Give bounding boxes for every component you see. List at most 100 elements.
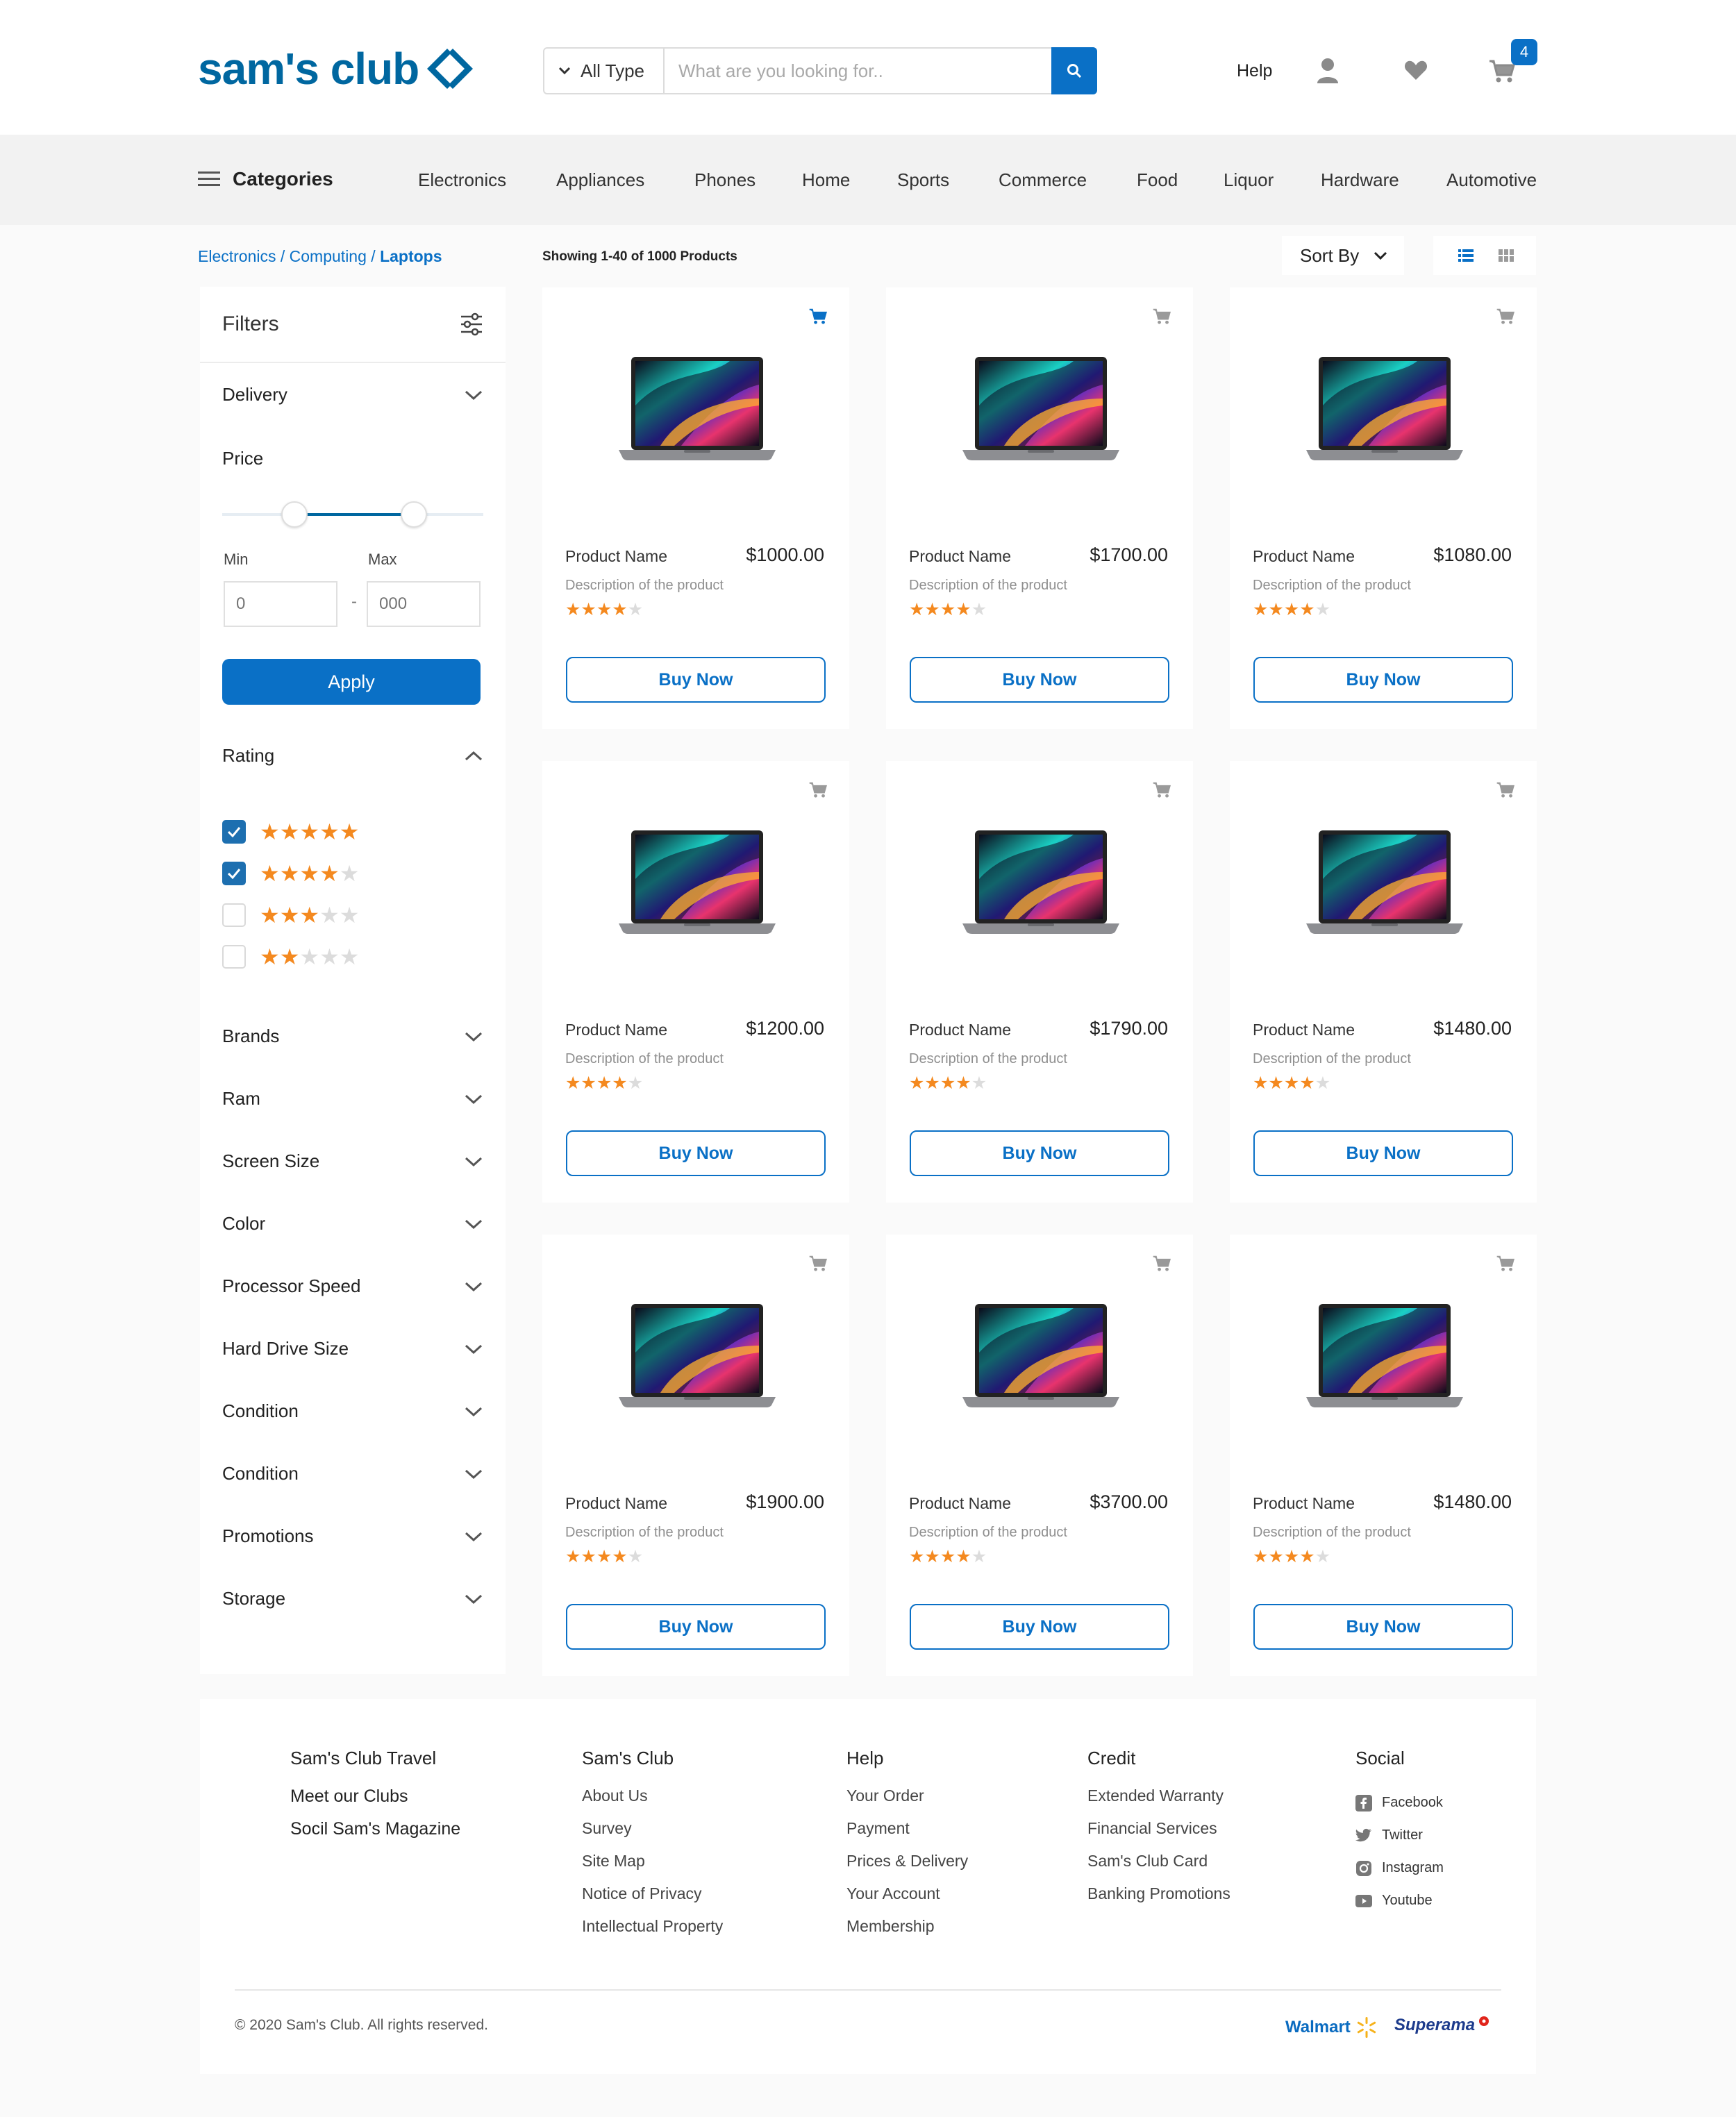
search-button[interactable] xyxy=(1051,47,1097,94)
rating-checkbox[interactable] xyxy=(222,820,246,844)
sams-club-logo[interactable]: sam's club xyxy=(198,43,476,94)
footer-link[interactable]: Payment xyxy=(846,1819,968,1852)
product-card[interactable]: Product Name $1900.00 Description of the… xyxy=(542,1235,849,1676)
rating-option-5-star[interactable]: ★ ★ ★ ★ ★ xyxy=(222,820,359,844)
add-to-cart-icon[interactable] xyxy=(1496,308,1514,325)
add-to-cart-icon[interactable] xyxy=(1153,1255,1171,1272)
laptop-image[interactable] xyxy=(1306,1304,1463,1408)
price-min-handle[interactable] xyxy=(281,501,308,528)
sliders-icon[interactable] xyxy=(460,312,483,336)
add-to-cart-icon[interactable] xyxy=(809,782,827,798)
product-name[interactable]: Product Name xyxy=(565,547,667,566)
rating-option-2-star[interactable]: ★ ★ ★ ★ ★ xyxy=(222,945,359,969)
laptop-image[interactable] xyxy=(619,357,776,461)
laptop-image[interactable] xyxy=(1306,357,1463,461)
product-card[interactable]: Product Name $1000.00 Description of the… xyxy=(542,287,849,729)
grid-view-icon[interactable] xyxy=(1499,249,1514,262)
add-to-cart-icon[interactable] xyxy=(1153,782,1171,798)
nav-item-phones[interactable]: Phones xyxy=(694,169,756,191)
filter-group[interactable]: Storage xyxy=(222,1588,483,1609)
buy-now-button[interactable]: Buy Now xyxy=(910,1130,1169,1176)
buy-now-button[interactable]: Buy Now xyxy=(1253,1130,1513,1176)
product-card[interactable]: Product Name $1080.00 Description of the… xyxy=(1230,287,1537,729)
price-max-handle[interactable] xyxy=(401,501,427,528)
footer-heading[interactable]: Sam's Club Travel xyxy=(290,1748,460,1773)
user-icon[interactable] xyxy=(1317,57,1339,85)
rating-option-3-star[interactable]: ★ ★ ★ ★ ★ xyxy=(222,903,359,927)
filter-group[interactable]: Screen Size xyxy=(222,1150,483,1172)
product-name[interactable]: Product Name xyxy=(1253,547,1355,566)
twitter-link[interactable]: Twitter xyxy=(1355,1819,1444,1852)
buy-now-button[interactable]: Buy Now xyxy=(566,1604,826,1650)
footer-link[interactable]: Your Account xyxy=(846,1884,968,1917)
product-name[interactable]: Product Name xyxy=(565,1494,667,1513)
filter-group[interactable]: Hard Drive Size xyxy=(222,1338,483,1359)
nav-item-appliances[interactable]: Appliances xyxy=(556,169,644,191)
footer-link[interactable]: Membership xyxy=(846,1917,968,1950)
help-link[interactable]: Help xyxy=(1237,61,1272,81)
laptop-image[interactable] xyxy=(1306,830,1463,935)
laptop-image[interactable] xyxy=(962,830,1119,935)
product-card[interactable]: Product Name $1700.00 Description of the… xyxy=(886,287,1193,729)
product-name[interactable]: Product Name xyxy=(909,1021,1011,1039)
laptop-image[interactable] xyxy=(962,1304,1119,1408)
cart-icon[interactable] xyxy=(1489,60,1515,83)
footer-link[interactable]: Financial Services xyxy=(1087,1819,1230,1852)
footer-link[interactable]: Socil Sam's Magazine xyxy=(290,1819,460,1852)
footer-link[interactable]: Banking Promotions xyxy=(1087,1884,1230,1917)
walmart-logo[interactable]: Walmart xyxy=(1285,2016,1378,2039)
footer-link[interactable]: Site Map xyxy=(582,1852,723,1884)
superama-logo[interactable]: Superama xyxy=(1394,2016,1493,2035)
add-to-cart-icon[interactable] xyxy=(1153,308,1171,325)
buy-now-button[interactable]: Buy Now xyxy=(1253,1604,1513,1650)
heart-icon[interactable] xyxy=(1404,60,1428,81)
categories-menu[interactable]: Categories xyxy=(198,168,333,190)
rating-checkbox[interactable] xyxy=(222,862,246,885)
footer-link[interactable]: Notice of Privacy xyxy=(582,1884,723,1917)
filter-group[interactable]: Condition xyxy=(222,1400,483,1422)
min-price-input[interactable] xyxy=(224,581,337,627)
product-card[interactable]: Product Name $1480.00 Description of the… xyxy=(1230,1235,1537,1676)
filter-group[interactable]: Promotions xyxy=(222,1525,483,1547)
product-card[interactable]: Product Name $1790.00 Description of the… xyxy=(886,761,1193,1203)
product-card[interactable]: Product Name $1480.00 Description of the… xyxy=(1230,761,1537,1203)
search-input[interactable] xyxy=(665,49,1051,93)
laptop-image[interactable] xyxy=(962,357,1119,461)
nav-item-sports[interactable]: Sports xyxy=(897,169,949,191)
add-to-cart-icon[interactable] xyxy=(1496,782,1514,798)
buy-now-button[interactable]: Buy Now xyxy=(566,1130,826,1176)
rating-checkbox[interactable] xyxy=(222,903,246,927)
search-type-dropdown[interactable]: All Type xyxy=(544,49,665,93)
nav-item-home[interactable]: Home xyxy=(802,169,850,191)
instagram-link[interactable]: Instagram xyxy=(1355,1852,1444,1884)
footer-link[interactable]: Sam's Club Card xyxy=(1087,1852,1230,1884)
footer-link[interactable]: Survey xyxy=(582,1819,723,1852)
product-name[interactable]: Product Name xyxy=(565,1021,667,1039)
buy-now-button[interactable]: Buy Now xyxy=(910,657,1169,703)
nav-item-hardware[interactable]: Hardware xyxy=(1321,169,1399,191)
apply-button[interactable]: Apply xyxy=(222,659,481,705)
add-to-cart-icon[interactable] xyxy=(809,308,827,325)
laptop-image[interactable] xyxy=(619,1304,776,1408)
rating-checkbox[interactable] xyxy=(222,945,246,969)
rating-option-4-star[interactable]: ★ ★ ★ ★ ★ xyxy=(222,862,359,885)
filter-rating[interactable]: Rating xyxy=(222,745,483,767)
nav-item-electronics[interactable]: Electronics xyxy=(418,169,506,191)
buy-now-button[interactable]: Buy Now xyxy=(566,657,826,703)
footer-link[interactable]: Intellectual Property xyxy=(582,1917,723,1950)
nav-item-food[interactable]: Food xyxy=(1137,169,1178,191)
product-card[interactable]: Product Name $1200.00 Description of the… xyxy=(542,761,849,1203)
nav-item-liquor[interactable]: Liquor xyxy=(1224,169,1274,191)
filter-group[interactable]: Condition xyxy=(222,1463,483,1484)
product-name[interactable]: Product Name xyxy=(909,547,1011,566)
footer-link[interactable]: Prices & Delivery xyxy=(846,1852,968,1884)
product-name[interactable]: Product Name xyxy=(909,1494,1011,1513)
footer-link[interactable]: About Us xyxy=(582,1787,723,1819)
nav-item-automotive[interactable]: Automotive xyxy=(1446,169,1537,191)
youtube-link[interactable]: Youtube xyxy=(1355,1884,1444,1917)
footer-link[interactable]: Extended Warranty xyxy=(1087,1787,1230,1819)
add-to-cart-icon[interactable] xyxy=(1496,1255,1514,1272)
max-price-input[interactable] xyxy=(367,581,481,627)
filter-group[interactable]: Ram xyxy=(222,1088,483,1110)
filter-delivery[interactable]: Delivery xyxy=(222,384,483,405)
